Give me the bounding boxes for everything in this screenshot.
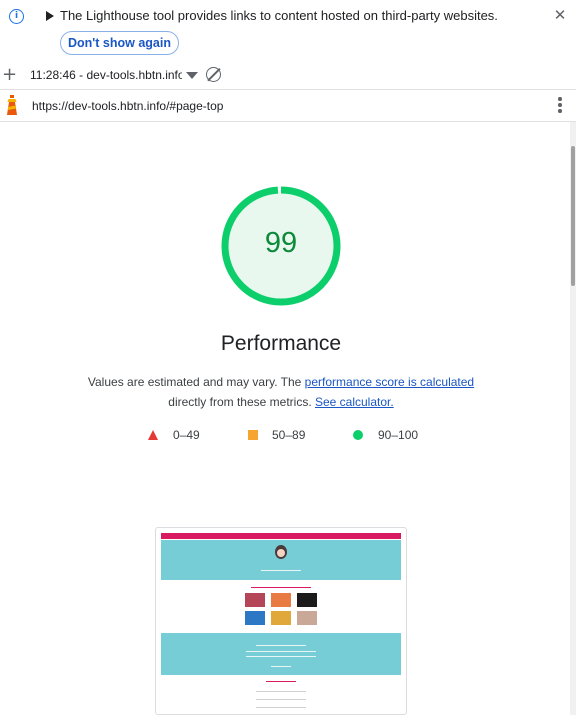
report-selector[interactable]: 11:28:46 - dev-tools.hbtn.info [30,68,182,82]
performance-description: Values are estimated and may vary. The p… [80,372,482,412]
screenshot-tile [271,611,291,625]
screenshot-tile [245,611,265,625]
final-screenshot[interactable] [155,527,407,715]
screenshot-contact-field [256,691,306,692]
close-icon[interactable]: ✕ [553,7,567,23]
info-icon: i [9,9,24,24]
average-square-icon [248,430,258,440]
pass-circle-icon [353,430,363,440]
screenshot-about-text [246,656,316,657]
screenshot-page [161,533,401,714]
screenshot-contact-field [256,707,306,708]
screenshot-section-heading [251,587,311,588]
legend-average: 50–89 [272,428,306,442]
infobar: i The Lighthouse tool provides links to … [0,0,576,62]
description-text: Values are estimated and may vary. The [87,375,305,389]
screenshot-about-text [246,651,316,652]
legend-pass: 90–100 [378,428,419,442]
screenshot-tile [297,593,317,607]
screenshot-contact-field [256,699,306,700]
fail-triangle-icon [148,430,158,440]
dropdown-caret-icon[interactable] [186,72,198,79]
infobar-message: The Lighthouse tool provides links to co… [60,8,498,23]
screenshot-contact-heading [266,681,296,682]
plus-icon[interactable]: + [2,65,17,85]
screenshot-tile [245,593,265,607]
scrollbar-thumb[interactable] [571,146,575,286]
screenshot-hero-text [261,570,301,571]
scrollbar[interactable] [570,122,576,715]
audited-url[interactable]: https://dev-tools.hbtn.info/#page-top [32,99,223,113]
performance-score: 99 [264,227,298,259]
dont-show-again-button[interactable]: Don't show again [60,31,179,55]
screenshot-about-text [256,645,306,646]
screenshot-tile [271,593,291,607]
lighthouse-icon [7,95,17,115]
lighthouse-toolbar: + 11:28:46 - dev-tools.hbtn.info [0,62,576,90]
description-text: directly from these metrics. [168,395,315,409]
screenshot-avatar-face [277,549,285,557]
legend-fail: 0–49 [173,428,200,442]
screenshot-about-section [161,633,401,675]
more-vert-icon[interactable] [557,97,563,115]
screenshot-tile [297,611,317,625]
url-bar: https://dev-tools.hbtn.info/#page-top [0,90,576,122]
see-calculator-link[interactable]: See calculator. [315,395,394,409]
score-calculated-link[interactable]: performance score is calculated [305,375,474,389]
performance-title: Performance [220,332,342,355]
clear-icon[interactable] [206,67,221,82]
expand-arrow-icon[interactable] [46,11,54,21]
screenshot-navbar [161,533,401,539]
screenshot-about-button [271,666,291,667]
